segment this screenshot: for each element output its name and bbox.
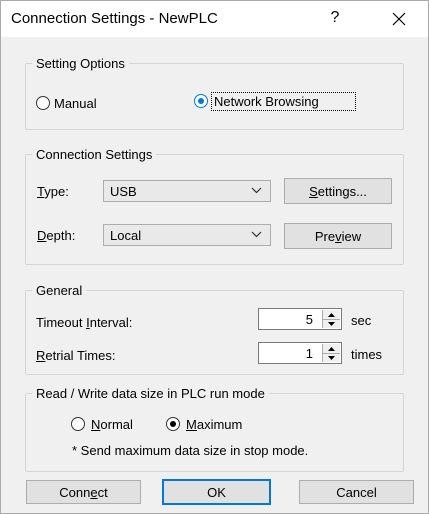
chevron-down-icon: [251, 231, 262, 238]
manual-label[interactable]: Manual: [54, 96, 97, 111]
depth-select-value: Local: [110, 228, 142, 243]
retrial-times-arrows[interactable]: [322, 344, 340, 362]
depth-select[interactable]: Local: [103, 224, 271, 246]
rw-size-legend: Read / Write data size in PLC run mode: [36, 386, 265, 401]
timeout-interval-value: 5: [305, 312, 313, 327]
settings-button[interactable]: Settings...: [284, 178, 392, 204]
cancel-button[interactable]: Cancel: [299, 480, 414, 504]
arrow-up-icon: [328, 346, 335, 351]
help-button[interactable]: ?: [323, 9, 347, 27]
setting-options-legend: Setting Options: [36, 56, 125, 71]
maximum-radio[interactable]: [166, 417, 180, 431]
arrow-down-icon: [328, 321, 335, 326]
general-legend: General: [36, 283, 83, 298]
timeout-unit-label: sec: [351, 313, 372, 328]
arrow-up-icon: [328, 312, 335, 317]
title-bar: Connection Settings - NewPLC ?: [1, 1, 428, 37]
type-select[interactable]: USB: [103, 180, 271, 202]
window-title: Connection Settings - NewPLC: [11, 10, 218, 27]
depth-label: Depth:: [37, 228, 76, 243]
stop-mode-note: * Send maximum data size in stop mode.: [72, 443, 309, 458]
chevron-down-icon: [251, 187, 262, 194]
maximum-label[interactable]: Maximum: [186, 417, 242, 432]
timeout-interval-stepper[interactable]: 5: [258, 308, 342, 330]
timeout-interval-arrows[interactable]: [322, 310, 340, 328]
arrow-down-icon: [328, 355, 335, 360]
network-browsing-label[interactable]: Network Browsing: [214, 94, 319, 109]
decrement-button[interactable]: [323, 353, 340, 362]
close-button[interactable]: [381, 5, 417, 33]
type-select-value: USB: [110, 184, 137, 199]
retrial-times-value: 1: [305, 346, 313, 361]
decrement-button[interactable]: [323, 319, 340, 328]
normal-label[interactable]: Normal: [91, 417, 133, 432]
connect-button[interactable]: Conn e ct: [26, 480, 141, 504]
retrial-unit-label: times: [351, 347, 383, 362]
normal-radio[interactable]: [71, 417, 85, 431]
manual-radio[interactable]: [36, 96, 50, 110]
type-label: Type:: [37, 184, 69, 199]
close-icon: [392, 12, 406, 26]
preview-button[interactable]: Pre v iew: [284, 223, 392, 249]
retrial-times-label: Retrial Times:: [36, 348, 116, 363]
connection-settings-legend: Connection Settings: [36, 147, 153, 162]
retrial-times-stepper[interactable]: 1: [258, 342, 342, 364]
network-browsing-radio[interactable]: [194, 94, 208, 108]
connection-settings-dialog: Connection Settings - NewPLC ? Setting O…: [0, 0, 429, 514]
timeout-interval-label: Timeout Interval:: [36, 315, 133, 330]
ok-button[interactable]: OK: [162, 479, 271, 505]
